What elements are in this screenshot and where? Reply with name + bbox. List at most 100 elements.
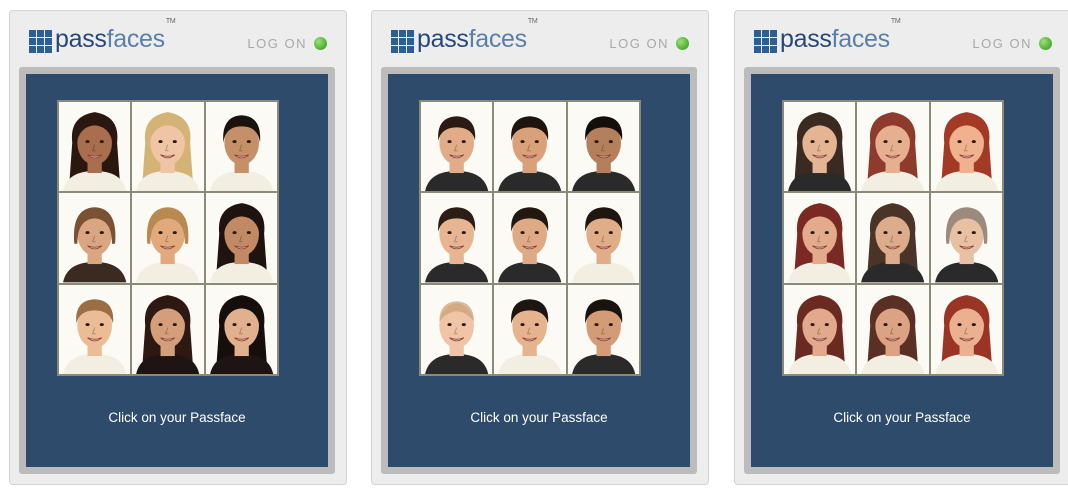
grid-logo-icon [29, 29, 52, 53]
logon-label: LOG ON [247, 36, 307, 51]
brand-name: passfacesTM [55, 18, 176, 53]
right-eye [246, 231, 251, 235]
brand-part-2: faces [831, 24, 891, 53]
left-eye [232, 322, 237, 326]
face-portrait [59, 284, 131, 374]
face-portrait [132, 102, 204, 192]
right-eye [608, 140, 613, 144]
face-portrait [857, 284, 929, 374]
right-eye [898, 231, 903, 235]
face-portrait [857, 102, 929, 192]
left-eye [85, 231, 90, 235]
face-portrait [59, 102, 131, 192]
face-option-9[interactable] [567, 284, 639, 374]
logon-button[interactable]: LOG ON [972, 36, 1052, 51]
passfaces-screen: passfacesTM LOG ON Click on your Passfac… [371, 10, 709, 485]
brand-part-2: faces [468, 24, 528, 53]
face-option-5[interactable] [132, 193, 204, 283]
left-eye [158, 231, 163, 235]
face-option-2[interactable] [494, 102, 566, 192]
face-option-3[interactable] [205, 102, 277, 192]
right-eye [608, 231, 613, 235]
left-eye [594, 140, 599, 144]
face-option-2[interactable] [132, 102, 204, 192]
face-portrait [930, 102, 1002, 192]
left-eye [883, 322, 888, 326]
face-portrait [205, 284, 277, 374]
right-eye [173, 322, 178, 326]
face-option-3[interactable] [930, 102, 1002, 192]
app-header: passfacesTM LOG ON [371, 10, 709, 68]
face-option-4[interactable] [784, 193, 856, 283]
brand-part-1: pass [417, 24, 469, 53]
logon-label: LOG ON [972, 36, 1032, 51]
face-portrait [494, 284, 566, 374]
face-option-7[interactable] [59, 284, 131, 374]
face-portrait [567, 193, 639, 283]
face-option-8[interactable] [132, 284, 204, 374]
left-eye [810, 140, 815, 144]
right-eye [461, 140, 466, 144]
device-frame: Click on your Passface [381, 67, 697, 474]
left-eye [232, 231, 237, 235]
face-option-7[interactable] [421, 284, 493, 374]
right-eye [173, 140, 178, 144]
right-eye [99, 140, 104, 144]
passfaces-logo: passfacesTM [754, 18, 901, 56]
face-option-4[interactable] [421, 193, 493, 283]
logon-button[interactable]: LOG ON [247, 36, 327, 51]
login-panel: Click on your Passface [388, 74, 690, 467]
passfaces-screen: passfacesTM LOG ON Click on your Passfac… [734, 10, 1068, 485]
face-option-6[interactable] [205, 193, 277, 283]
face-option-8[interactable] [494, 284, 566, 374]
green-status-icon [676, 37, 689, 50]
app-header: passfacesTM LOG ON [734, 10, 1068, 68]
device-frame: Click on your Passface [744, 67, 1060, 474]
login-panel: Click on your Passface [751, 74, 1053, 467]
face-portrait [857, 193, 929, 283]
face-option-1[interactable] [784, 102, 856, 192]
face-option-8[interactable] [857, 284, 929, 374]
face-option-9[interactable] [930, 284, 1002, 374]
left-eye [232, 140, 237, 144]
app-header: passfacesTM LOG ON [9, 10, 347, 68]
face-option-5[interactable] [494, 193, 566, 283]
brand-name: passfacesTM [780, 18, 901, 53]
face-option-6[interactable] [930, 193, 1002, 283]
face-grid [57, 100, 279, 376]
left-eye [85, 322, 90, 326]
left-eye [810, 231, 815, 235]
instruction-text: Click on your Passface [470, 410, 608, 425]
face-portrait [132, 284, 204, 374]
face-portrait [205, 102, 277, 192]
left-eye [957, 322, 962, 326]
face-option-2[interactable] [857, 102, 929, 192]
face-option-6[interactable] [567, 193, 639, 283]
left-eye [447, 231, 452, 235]
logon-button[interactable]: LOG ON [609, 36, 689, 51]
brand-part-1: pass [55, 24, 107, 53]
face-portrait [205, 193, 277, 283]
right-eye [824, 322, 829, 326]
right-eye [99, 231, 104, 235]
face-option-7[interactable] [784, 284, 856, 374]
right-eye [246, 140, 251, 144]
left-eye [594, 231, 599, 235]
face-option-5[interactable] [857, 193, 929, 283]
face-portrait [784, 284, 856, 374]
brand-part-2: faces [106, 24, 166, 53]
face-option-9[interactable] [205, 284, 277, 374]
right-eye [608, 322, 613, 326]
face-option-3[interactable] [567, 102, 639, 192]
right-eye [824, 231, 829, 235]
right-eye [535, 140, 540, 144]
left-eye [520, 322, 525, 326]
face-option-1[interactable] [421, 102, 493, 192]
passfaces-logo: passfacesTM [391, 18, 538, 56]
grid-logo-icon [391, 29, 414, 53]
face-option-1[interactable] [59, 102, 131, 192]
face-option-4[interactable] [59, 193, 131, 283]
right-eye [971, 322, 976, 326]
face-portrait [421, 193, 493, 283]
left-eye [594, 322, 599, 326]
